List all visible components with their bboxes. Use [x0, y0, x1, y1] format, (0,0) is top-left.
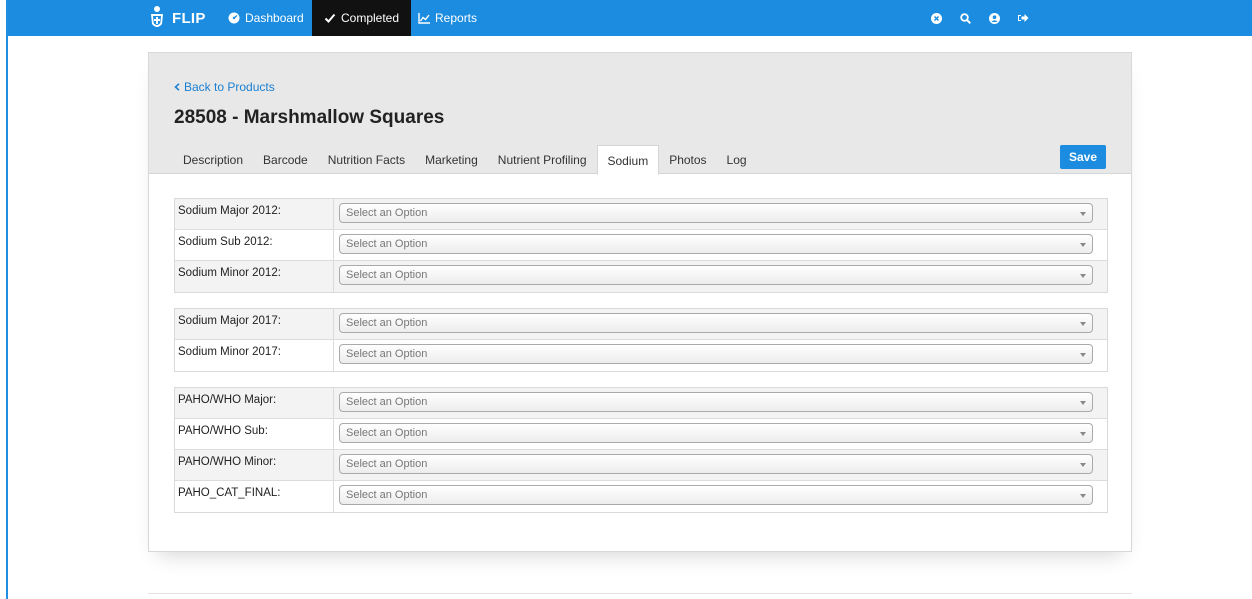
field-cell: Select an Option [334, 419, 1107, 449]
field-label: Sodium Minor 2017: [175, 340, 334, 371]
form-row: PAHO/WHO Sub: Select an Option [175, 419, 1107, 450]
nav-reports[interactable]: Reports [418, 0, 477, 36]
sodium-2012-group: Sodium Major 2012: Select an Option Sodi… [174, 198, 1108, 293]
form-row: PAHO_CAT_FINAL: Select an Option [175, 481, 1107, 512]
nav-dashboard-label: Dashboard [245, 11, 304, 25]
sodium-minor-2012-select[interactable]: Select an Option [339, 265, 1093, 285]
user-icon [988, 12, 1000, 24]
form-row: Sodium Sub 2012: Select an Option [175, 230, 1107, 261]
form-row: Sodium Major 2017: Select an Option [175, 309, 1107, 340]
form-row: Sodium Major 2012: Select an Option [175, 199, 1107, 230]
back-link-label: Back to Products [184, 80, 275, 94]
field-cell: Select an Option [334, 481, 1107, 512]
select-placeholder: Select an Option [346, 317, 428, 329]
nav-dashboard[interactable]: Dashboard [228, 0, 304, 36]
tab-bar: Description Barcode Nutrition Facts Mark… [173, 145, 757, 175]
paho-who-group: PAHO/WHO Major: Select an Option PAHO/WH… [174, 387, 1108, 513]
left-border [6, 0, 8, 599]
top-navbar: FLIP Dashboard Completed Reports [8, 0, 1252, 36]
paho-who-sub-select[interactable]: Select an Option [339, 423, 1093, 443]
dropdown-arrow-icon [1080, 494, 1086, 498]
nav-completed-label: Completed [341, 11, 400, 25]
field-cell: Select an Option [334, 261, 1107, 292]
select-placeholder: Select an Option [346, 427, 428, 439]
select-placeholder: Select an Option [346, 489, 428, 501]
back-to-products-link[interactable]: Back to Products [174, 80, 275, 94]
product-card: Back to Products 28508 - Marshmallow Squ… [148, 52, 1132, 552]
search-icon [959, 12, 971, 24]
form-row: Sodium Minor 2017: Select an Option [175, 340, 1107, 371]
dropdown-arrow-icon [1080, 432, 1086, 436]
close-circle-icon [930, 12, 942, 24]
nav-completed[interactable]: Completed [312, 0, 412, 36]
tab-nutrient-profiling[interactable]: Nutrient Profiling [488, 145, 597, 174]
select-placeholder: Select an Option [346, 458, 428, 470]
field-label: Sodium Minor 2012: [175, 261, 334, 292]
field-label: PAHO_CAT_FINAL: [175, 481, 334, 512]
select-placeholder: Select an Option [346, 396, 428, 408]
tab-description[interactable]: Description [173, 145, 253, 174]
card-header: Back to Products 28508 - Marshmallow Squ… [149, 53, 1131, 175]
dropdown-arrow-icon [1080, 353, 1086, 357]
dropdown-arrow-icon [1080, 212, 1086, 216]
page-title: 28508 - Marshmallow Squares [174, 107, 445, 128]
form-row: PAHO/WHO Minor: Select an Option [175, 450, 1107, 481]
dashboard-icon [228, 12, 240, 24]
paho-who-minor-select[interactable]: Select an Option [339, 454, 1093, 474]
tab-sodium[interactable]: Sodium [596, 145, 660, 175]
user-button[interactable] [984, 0, 1004, 36]
field-cell: Select an Option [334, 340, 1107, 371]
sodium-2017-group: Sodium Major 2017: Select an Option Sodi… [174, 308, 1108, 372]
dropdown-arrow-icon [1080, 274, 1086, 278]
logout-button[interactable] [1013, 0, 1033, 36]
dropdown-arrow-icon [1080, 243, 1086, 247]
field-label: PAHO/WHO Minor: [175, 450, 334, 480]
dropdown-arrow-icon [1080, 322, 1086, 326]
tab-barcode[interactable]: Barcode [253, 145, 318, 174]
check-icon [324, 13, 336, 23]
sodium-minor-2017-select[interactable]: Select an Option [339, 344, 1093, 364]
field-cell: Select an Option [334, 230, 1107, 260]
select-placeholder: Select an Option [346, 269, 428, 281]
logout-icon [1017, 14, 1028, 22]
paho-who-major-select[interactable]: Select an Option [339, 392, 1093, 412]
select-placeholder: Select an Option [346, 238, 428, 250]
form-row: Sodium Minor 2012: Select an Option [175, 261, 1107, 292]
brand-name: FLIP [172, 9, 206, 27]
chevron-left-icon [174, 83, 180, 91]
field-label: PAHO/WHO Major: [175, 388, 334, 418]
dropdown-arrow-icon [1080, 401, 1086, 405]
sodium-sub-2012-select[interactable]: Select an Option [339, 234, 1093, 254]
paho-cat-final-select[interactable]: Select an Option [339, 485, 1093, 505]
search-button[interactable] [955, 0, 975, 36]
field-label: PAHO/WHO Sub: [175, 419, 334, 449]
field-label: Sodium Sub 2012: [175, 230, 334, 260]
field-label: Sodium Major 2012: [175, 199, 334, 229]
tab-photos[interactable]: Photos [659, 145, 716, 174]
field-cell: Select an Option [334, 450, 1107, 480]
field-cell: Select an Option [334, 309, 1107, 339]
tab-marketing[interactable]: Marketing [415, 145, 488, 174]
tab-log[interactable]: Log [717, 145, 757, 174]
field-cell: Select an Option [334, 388, 1107, 418]
tab-nutrition-facts[interactable]: Nutrition Facts [318, 145, 415, 174]
brand[interactable]: FLIP [148, 0, 206, 36]
field-cell: Select an Option [334, 199, 1107, 229]
footer-divider [148, 593, 1132, 594]
chart-icon [418, 12, 430, 24]
sodium-major-2017-select[interactable]: Select an Option [339, 313, 1093, 333]
close-button[interactable] [926, 0, 946, 36]
save-button[interactable]: Save [1060, 145, 1106, 169]
crest-logo-icon [151, 6, 163, 27]
select-placeholder: Select an Option [346, 348, 428, 360]
field-label: Sodium Major 2017: [175, 309, 334, 339]
dropdown-arrow-icon [1080, 463, 1086, 467]
select-placeholder: Select an Option [346, 207, 428, 219]
nav-reports-label: Reports [435, 11, 478, 25]
sodium-major-2012-select[interactable]: Select an Option [339, 203, 1093, 223]
form-row: PAHO/WHO Major: Select an Option [175, 388, 1107, 419]
